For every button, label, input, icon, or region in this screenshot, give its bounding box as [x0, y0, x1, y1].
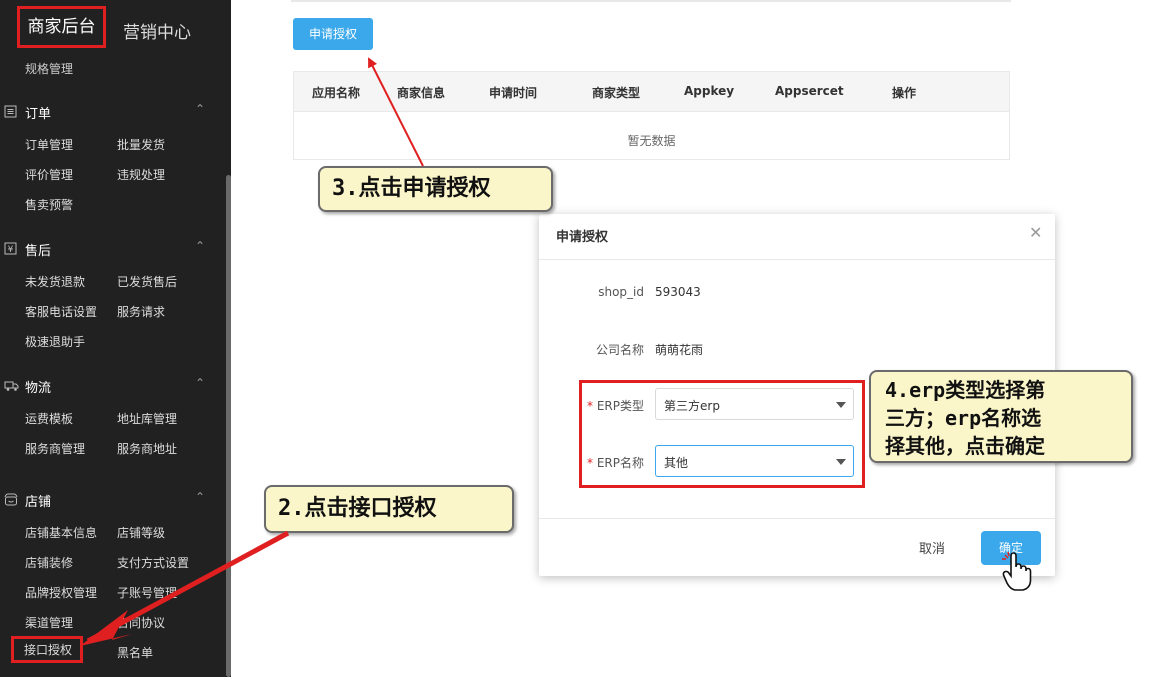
shop-id-label: shop_id — [598, 285, 644, 299]
tab-merchant-backend[interactable]: 商家后台 — [17, 6, 106, 48]
erp-name-value: 其他 — [664, 456, 689, 470]
chevron-up-icon[interactable]: ⌃ — [195, 490, 205, 504]
required-mark: * — [587, 456, 593, 470]
yen-icon: ¥ — [4, 242, 17, 255]
chevron-down-icon — [836, 402, 846, 408]
sidebar-item-unshipped-refund[interactable]: 未发货退款 — [25, 273, 85, 290]
sidebar-item-fast-refund[interactable]: 极速退助手 — [25, 333, 85, 350]
divider — [291, 0, 1011, 2]
cancel-button[interactable]: 取消 — [919, 538, 945, 557]
erp-name-select[interactable]: 其他 — [655, 445, 854, 477]
sidebar-item-provider-address[interactable]: 服务商地址 — [117, 440, 177, 457]
sidebar-item-shipped-aftersale[interactable]: 已发货售后 — [117, 273, 177, 290]
sidebar-item-freight-template[interactable]: 运费模板 — [25, 410, 73, 427]
col-apply-time: 申请时间 — [489, 86, 538, 100]
store-icon — [4, 493, 18, 506]
group-head-aftersale[interactable]: ¥ 售后 ⌃ — [0, 238, 226, 260]
sidebar-item-violation[interactable]: 违规处理 — [117, 166, 165, 183]
col-merchant-type: 商家类型 — [592, 86, 641, 100]
group-title-order: 订单 — [25, 107, 52, 122]
sidebar-item-service-request[interactable]: 服务请求 — [117, 303, 165, 320]
col-actions: 操作 — [892, 86, 917, 100]
chevron-up-icon[interactable]: ⌃ — [195, 239, 205, 253]
company-label: 公司名称 — [595, 343, 644, 357]
table-header: 应用名称 商家信息 申请时间 商家类型 Appkey Appsercet 操作 — [294, 72, 1009, 112]
sidebar-item-blacklist[interactable]: 黑名单 — [117, 644, 153, 661]
apply-auth-button[interactable]: 申请授权 — [293, 18, 373, 50]
erp-type-label: * ERP类型 — [574, 397, 644, 414]
sidebar-item-shop-decor[interactable]: 店铺装修 — [25, 554, 73, 571]
group-head-shop[interactable]: 店铺 ⌃ — [0, 489, 226, 511]
callout-step2: 2.点击接口授权 — [264, 485, 514, 533]
chevron-up-icon[interactable]: ⌃ — [195, 102, 205, 116]
sidebar-group-aftersale: ¥ 售后 ⌃ 未发货退款 已发货售后 客服电话设置 服务请求 极速退助手 — [0, 238, 226, 353]
dialog-title: 申请授权 — [556, 230, 609, 245]
sidebar-item-service-phone[interactable]: 客服电话设置 — [25, 303, 97, 320]
required-mark: * — [587, 399, 593, 413]
sidebar-item-channel[interactable]: 渠道管理 — [25, 614, 73, 631]
company-value: 萌萌花雨 — [655, 343, 704, 357]
sidebar-group-order: 订单 ⌃ 订单管理 批量发货 评价管理 违规处理 售卖预警 — [0, 101, 226, 216]
empty-text: 暂无数据 — [627, 134, 676, 148]
sidebar-group-logistics: 物流 ⌃ 运费模板 地址库管理 服务商管理 服务商地址 — [0, 375, 226, 460]
hand-cursor-icon — [1002, 552, 1032, 591]
erp-type-select[interactable]: 第三方erp — [655, 388, 854, 420]
top-tabs: 商家后台 营销中心 — [0, 0, 231, 58]
sidebar-item-provider-manage[interactable]: 服务商管理 — [25, 440, 85, 457]
group-title-logistics: 物流 — [25, 381, 52, 396]
shop-id-value: 593043 — [655, 285, 701, 299]
group-head-order[interactable]: 订单 ⌃ — [0, 101, 226, 123]
callout-step4-line2: 三方；erp名称选 — [885, 406, 1042, 430]
sidebar-item-review[interactable]: 评价管理 — [25, 166, 73, 183]
group-title-shop: 店铺 — [25, 495, 52, 510]
sidebar-item-sub-account[interactable]: 子账号管理 — [117, 584, 177, 601]
tab-marketing-center[interactable]: 营销中心 — [123, 18, 191, 43]
divider — [539, 518, 1055, 519]
sidebar-item-payment-settings[interactable]: 支付方式设置 — [117, 554, 189, 571]
erp-type-value: 第三方erp — [664, 399, 720, 413]
auth-table: 应用名称 商家信息 申请时间 商家类型 Appkey Appsercet 操作 … — [293, 71, 1010, 160]
erp-type-label-text: ERP类型 — [596, 399, 644, 413]
callout-step4-line3: 择其他，点击确定 — [885, 434, 1045, 458]
sidebar-item-batch-ship[interactable]: 批量发货 — [117, 136, 165, 153]
sidebar-group-shop: 店铺 ⌃ 店铺基本信息 店铺等级 店铺装修 支付方式设置 品牌授权管理 子账号管… — [0, 489, 226, 677]
col-app-name: 应用名称 — [312, 86, 361, 100]
sidebar-item-order-manage[interactable]: 订单管理 — [25, 136, 73, 153]
col-merchant-info: 商家信息 — [397, 86, 446, 100]
sidebar-item-spec[interactable]: 规格管理 — [25, 60, 73, 77]
col-appsercet: Appsercet — [775, 84, 844, 98]
callout-step4: 4.erp类型选择第 三方；erp名称选 择其他，点击确定 — [869, 370, 1133, 463]
sidebar-item-shop-level[interactable]: 店铺等级 — [117, 524, 165, 541]
sidebar-item-api-auth[interactable]: 接口授权 — [11, 636, 84, 663]
chevron-up-icon[interactable]: ⌃ — [195, 376, 205, 390]
sidebar-item-sale-alert[interactable]: 售卖预警 — [25, 196, 73, 213]
sidebar-item-brand-auth[interactable]: 品牌授权管理 — [25, 584, 97, 601]
svg-text:¥: ¥ — [8, 245, 14, 255]
sidebar-item-shop-info[interactable]: 店铺基本信息 — [25, 524, 97, 541]
close-icon[interactable]: ✕ — [1029, 223, 1042, 242]
sidebar-item-contract[interactable]: 合同协议 — [117, 614, 165, 631]
callout-step4-line1: 4.erp类型选择第 — [885, 378, 1046, 402]
erp-name-label: * ERP名称 — [574, 454, 644, 471]
erp-name-label-text: ERP名称 — [596, 456, 644, 470]
col-appkey: Appkey — [684, 84, 735, 98]
truck-icon — [4, 379, 19, 392]
sidebar-item-address-lib[interactable]: 地址库管理 — [117, 410, 177, 427]
divider — [539, 259, 1055, 260]
group-head-logistics[interactable]: 物流 ⌃ — [0, 375, 226, 397]
group-title-aftersale: 售后 — [25, 244, 52, 259]
list-icon — [4, 105, 17, 118]
sidebar: 商家后台 营销中心 规格管理 订单 ⌃ 订单管理 批量发货 评价管理 违规处理 … — [0, 0, 231, 677]
callout-step3: 3.点击申请授权 — [318, 166, 553, 212]
chevron-down-icon — [836, 459, 846, 465]
